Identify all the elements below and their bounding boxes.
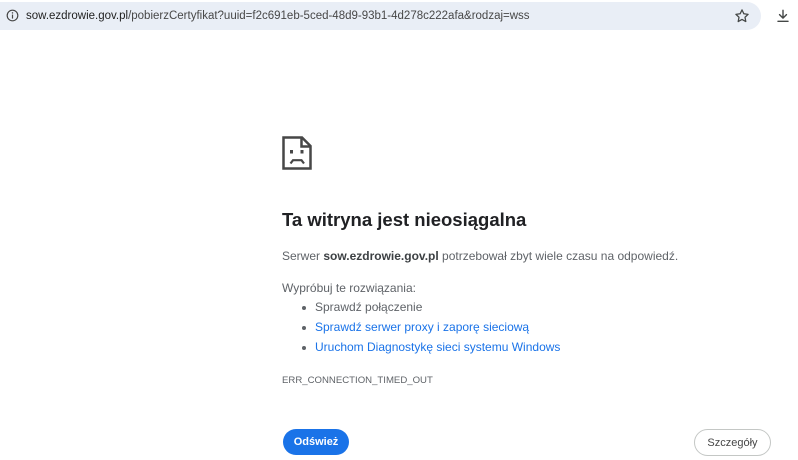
- bullet: [302, 306, 306, 310]
- suggestions-list: Sprawdź połączenie Sprawdź serwer proxy …: [282, 297, 560, 357]
- suggestion-check-proxy-link[interactable]: Sprawdź serwer proxy i zaporę sieciową: [315, 320, 529, 334]
- list-item: Uruchom Diagnostykę sieci systemu Window…: [282, 337, 560, 357]
- list-item: Sprawdź połączenie: [282, 297, 560, 317]
- reload-button[interactable]: Odśwież: [283, 429, 349, 455]
- message-suffix: potrzebował zbyt wiele czasu na odpowied…: [438, 249, 679, 263]
- details-button[interactable]: Szczegóły: [694, 429, 771, 456]
- url-domain: sow.ezdrowie.gov.pl: [26, 10, 129, 22]
- url-path: /pobierzCertyfikat?uuid=f2c691eb-5ced-48…: [128, 10, 530, 22]
- suggestions-heading: Wypróbuj te rozwiązania:: [282, 281, 416, 295]
- star-icon[interactable]: [734, 8, 750, 24]
- error-message: Serwer sow.ezdrowie.gov.pl potrzebował z…: [282, 246, 678, 266]
- suggestion-network-diagnostics-link[interactable]: Uruchom Diagnostykę sieci systemu Window…: [315, 340, 560, 354]
- info-icon[interactable]: [6, 9, 19, 22]
- message-host: sow.ezdrowie.gov.pl: [323, 249, 439, 263]
- bullet: [302, 326, 306, 330]
- message-prefix: Serwer: [282, 249, 324, 263]
- error-code: ERR_CONNECTION_TIMED_OUT: [282, 375, 433, 386]
- sad-page-icon: [282, 136, 312, 170]
- list-item: Sprawdź serwer proxy i zaporę sieciową: [282, 317, 560, 337]
- suggestion-check-connection: Sprawdź połączenie: [315, 300, 423, 314]
- download-icon[interactable]: [775, 8, 791, 24]
- bullet: [302, 346, 306, 350]
- url-text[interactable]: sow.ezdrowie.gov.pl/pobierzCertyfikat?uu…: [26, 8, 530, 24]
- page-title: Ta witryna jest nieosiągalna: [282, 209, 527, 230]
- browser-toolbar: sow.ezdrowie.gov.pl/pobierzCertyfikat?uu…: [0, 0, 798, 32]
- address-bar[interactable]: sow.ezdrowie.gov.pl/pobierzCertyfikat?uu…: [0, 2, 761, 30]
